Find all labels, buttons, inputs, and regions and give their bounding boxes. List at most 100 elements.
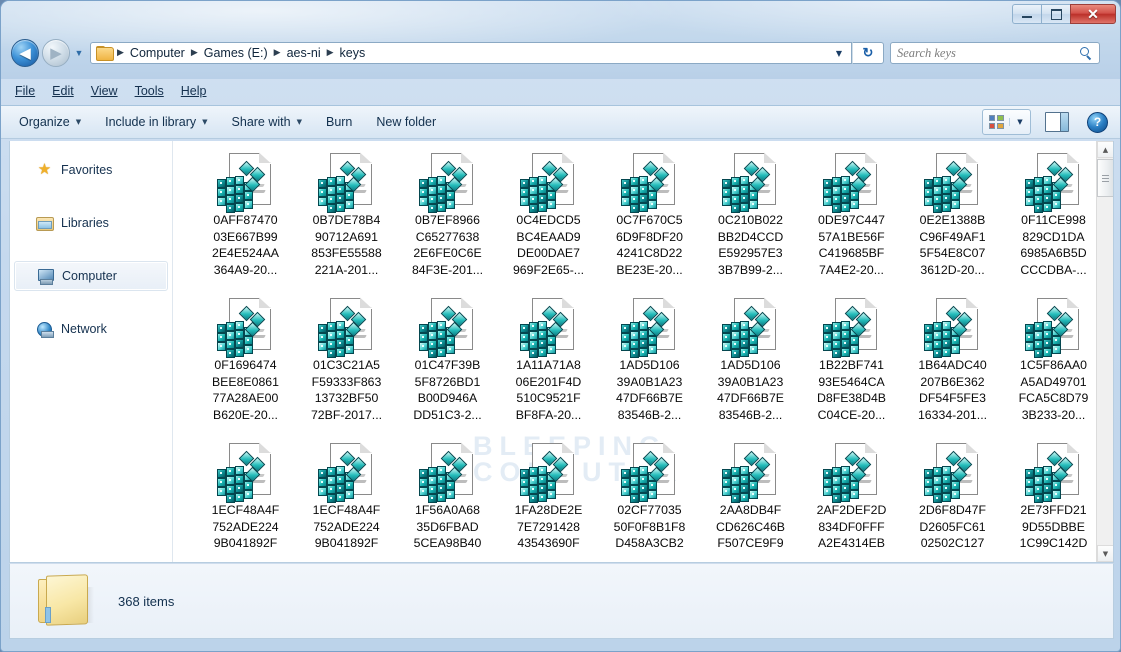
vertical-scrollbar[interactable]: ▲ ▼ — [1096, 141, 1113, 562]
file-name-line: E592957E3 — [718, 246, 783, 260]
sidebar-item-libraries[interactable]: Libraries — [14, 208, 168, 238]
file-item[interactable]: 01C3C21A5 F59333F863 13732BF50 72BF-2017... — [296, 294, 397, 439]
file-item[interactable]: 2D6F8D47F D2605FC61 02502C127 — [902, 439, 1003, 562]
sidebar-item-favorites[interactable]: ★ Favorites — [14, 155, 168, 185]
share-with-button[interactable]: Share with ▼ — [232, 115, 302, 129]
file-item[interactable]: 0C210B022 BB2D4CCD E592957E3 3B7B99-2... — [700, 149, 801, 294]
file-name-line: 0F11CE998 — [1021, 213, 1086, 227]
file-name-line: 0AFF87470 — [213, 213, 278, 227]
title-bar[interactable]: ✕ — [1, 1, 1120, 33]
file-name-line: FCA5C8D79 — [1018, 391, 1089, 405]
file-name-line: 1B22BF741 — [819, 358, 884, 372]
file-item[interactable]: 1AD5D106 39A0B1A23 47DF66B7E 83546B-2... — [700, 294, 801, 439]
aes-key-file-icon — [518, 296, 580, 358]
preview-pane-button[interactable] — [1045, 112, 1069, 132]
file-name: 0C7F670C5 6D9F8DF20 4241C8D22 BE23E-20... — [602, 212, 698, 278]
new-folder-button[interactable]: New folder — [376, 115, 436, 129]
view-dropdown-button[interactable]: ▼ — [1009, 118, 1030, 126]
aes-key-file-icon — [316, 151, 378, 213]
file-item[interactable]: 1ECF48A4F 752ADE224 9B041892F — [296, 439, 397, 562]
file-item[interactable]: 0B7DE78B4 90712A691 853FE55588 221A-201... — [296, 149, 397, 294]
file-name-line: 02502C127 — [920, 536, 985, 550]
file-item[interactable]: 1C5F86AA0 A5AD49701 FCA5C8D79 3B233-20... — [1003, 294, 1104, 439]
address-dropdown-button[interactable]: ▼ — [827, 49, 851, 58]
sidebar-item-network[interactable]: Network — [14, 314, 168, 344]
sidebar-item-label: Network — [61, 322, 107, 336]
file-name-line: 1C5F86AA0 — [1020, 358, 1087, 372]
file-name-line: 0B7DE78B4 — [312, 213, 381, 227]
minimize-button[interactable] — [1012, 4, 1041, 24]
scrollbar-thumb[interactable] — [1097, 159, 1113, 197]
forward-button[interactable]: ▶ — [42, 39, 70, 67]
file-item[interactable]: 0DE97C447 57A1BE56F C419685BF 7A4E2-20... — [801, 149, 902, 294]
breadcrumb-item-games-e[interactable]: Games (E:) — [200, 45, 272, 61]
file-name-line: 853FE55588 — [311, 246, 382, 260]
view-icon[interactable] — [983, 115, 1009, 129]
file-name-line: 77A28AE00 — [212, 391, 279, 405]
menu-item-tools[interactable]: Tools — [135, 84, 164, 98]
breadcrumb-item-keys[interactable]: keys — [336, 45, 370, 61]
search-box[interactable]: Search keys — [890, 42, 1100, 64]
file-item[interactable]: 01C47F39B 5F8726BD1 B00D946A DD51C3-2... — [397, 294, 498, 439]
search-icon — [1080, 46, 1093, 60]
file-item[interactable]: 2AF2DEF2D 834DF0FFF A2E4314EB — [801, 439, 902, 562]
file-name-line: 47DF66B7E — [717, 391, 784, 405]
file-item[interactable]: 0F11CE998 829CD1DA 6985A6B5D CCCDBA-... — [1003, 149, 1104, 294]
file-item[interactable]: 1A11A71A8 06E201F4D 510C9521F BF8FA-20... — [498, 294, 599, 439]
file-item[interactable]: 0E2E1388B C96F49AF1 5F54E8C07 3612D-20... — [902, 149, 1003, 294]
file-item[interactable]: 0C4EDCD5 BC4EAAD9 DE00DAE7 969F2E65-... — [498, 149, 599, 294]
file-item[interactable]: 1B22BF741 93E5464CA D8FE38D4B C04CE-20... — [801, 294, 902, 439]
file-item[interactable]: 1B64ADC40 207B6E362 DF54F5FE3 16334-201... — [902, 294, 1003, 439]
file-item[interactable]: 0AFF87470 03E667B99 2E4E524AA 364A9-20... — [195, 149, 296, 294]
organize-button[interactable]: Organize ▼ — [19, 115, 81, 129]
file-name: 1AD5D106 39A0B1A23 47DF66B7E 83546B-2... — [602, 357, 698, 423]
close-button[interactable]: ✕ — [1070, 4, 1116, 24]
file-name-line: 84F3E-201... — [411, 262, 484, 277]
file-item[interactable]: 1AD5D106 39A0B1A23 47DF66B7E 83546B-2... — [599, 294, 700, 439]
file-item[interactable]: 2AA8DB4F CD626C46B F507CE9F9 — [700, 439, 801, 562]
file-name-line: CD626C46B — [715, 519, 786, 534]
menu-item-help[interactable]: Help — [181, 84, 207, 98]
menu-item-file[interactable]: File — [15, 84, 35, 98]
search-input[interactable]: Search keys — [897, 46, 1080, 61]
file-item[interactable]: 0F1696474 BEE8E0861 77A28AE00 B620E-20... — [195, 294, 296, 439]
scroll-up-button[interactable]: ▲ — [1097, 141, 1113, 158]
include-in-library-button[interactable]: Include in library ▼ — [105, 115, 207, 129]
file-item[interactable]: 0C7F670C5 6D9F8DF20 4241C8D22 BE23E-20... — [599, 149, 700, 294]
file-name: 0B7DE78B4 90712A691 853FE55588 221A-201... — [299, 212, 395, 278]
file-item[interactable]: 1F56A0A68 35D6FBAD 5CEA98B40 — [397, 439, 498, 562]
file-item[interactable]: 1FA28DE2E 7E7291428 43543690F — [498, 439, 599, 562]
file-item[interactable]: 0B7EF8966 C65277638 2E6FE0C6E 84F3E-201... — [397, 149, 498, 294]
file-name-line: 7A4E2-20... — [819, 262, 884, 277]
file-item[interactable]: 02CF77035 50F0F8B1F8 D458A3CB2 — [599, 439, 700, 562]
aes-key-file-icon — [417, 296, 479, 358]
help-button[interactable]: ? — [1087, 111, 1108, 133]
aes-key-file-icon — [215, 296, 277, 358]
menu-item-view[interactable]: View — [91, 84, 118, 98]
file-name-line: 0F1696474 — [214, 358, 277, 372]
file-name-line: CCCDBA-... — [1020, 262, 1087, 277]
file-name-line: 1A11A71A8 — [516, 358, 581, 372]
breadcrumb-item-aes-ni[interactable]: aes-ni — [283, 45, 325, 61]
file-name-line: 207B6E362 — [920, 374, 985, 389]
sidebar-item-label: Computer — [62, 269, 117, 283]
refresh-button[interactable]: ↻ — [852, 42, 884, 64]
file-name-line: 5CEA98B40 — [413, 536, 482, 550]
file-list-view[interactable]: BLEEPING COMPUTER 0AFF8747003E667B992E4E… — [173, 141, 1113, 562]
sidebar-item-computer[interactable]: Computer — [14, 261, 168, 291]
address-bar[interactable]: ▶ Computer ▶ Games (E:) ▶ aes-ni ▶ keys … — [90, 42, 852, 64]
recent-locations-button[interactable]: ▼ — [72, 48, 86, 58]
file-item[interactable]: 1ECF48A4F 752ADE224 9B041892F — [195, 439, 296, 562]
menu-item-edit[interactable]: Edit — [52, 84, 74, 98]
file-item[interactable]: 2E73FFD21 9D55DBBE 1C99C142D — [1003, 439, 1104, 562]
maximize-button[interactable] — [1041, 4, 1070, 24]
scroll-down-button[interactable]: ▼ — [1097, 545, 1113, 562]
change-view-group[interactable]: ▼ — [982, 109, 1031, 135]
burn-button[interactable]: Burn — [326, 115, 352, 129]
aes-key-file-icon — [720, 296, 782, 358]
back-button[interactable]: ◀ — [11, 39, 39, 67]
file-name-line: D458A3CB2 — [615, 536, 684, 550]
breadcrumb-item-computer[interactable]: Computer — [126, 45, 189, 61]
file-name-line: 221A-201... — [314, 262, 379, 277]
file-name-line: C65277638 — [415, 229, 480, 244]
